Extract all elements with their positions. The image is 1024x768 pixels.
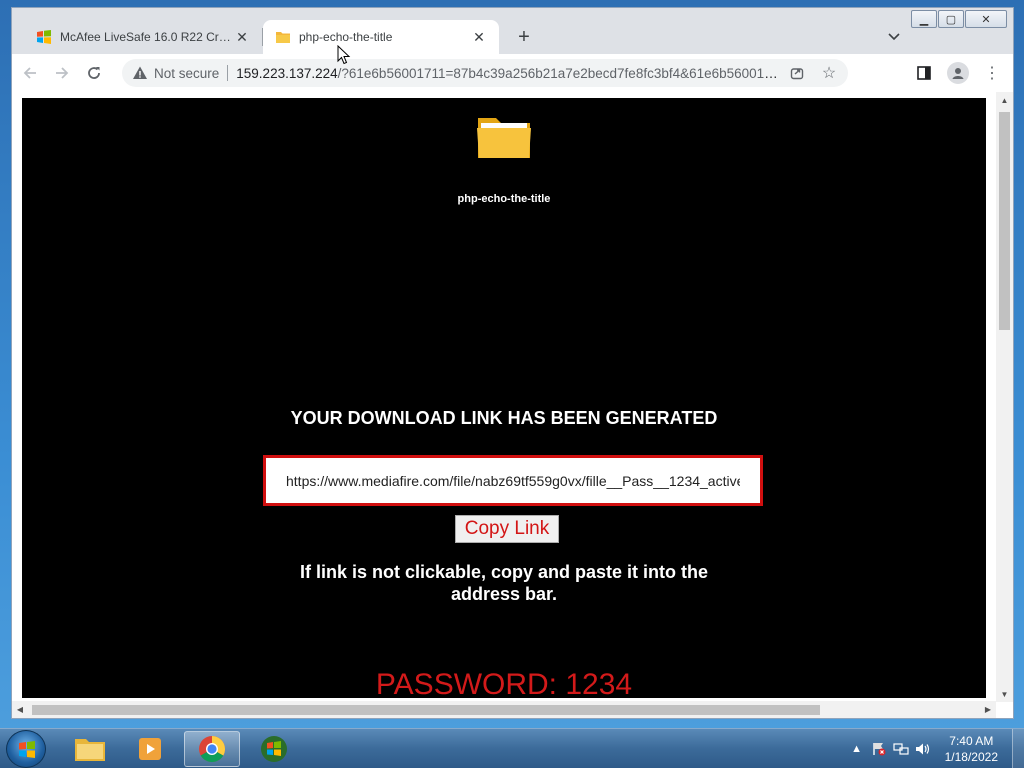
- back-button[interactable]: [16, 59, 44, 87]
- close-window-button[interactable]: ✕: [965, 10, 1007, 28]
- scroll-thumb-horizontal[interactable]: [32, 705, 820, 715]
- windows-flag-icon: [261, 736, 287, 762]
- download-headline: YOUR DOWNLOAD LINK HAS BEEN GENERATED: [290, 408, 718, 428]
- address-divider: [227, 65, 229, 81]
- tab-php-echo[interactable]: php-echo-the-title ✕: [263, 20, 499, 54]
- link-box: [263, 455, 763, 506]
- action-center-icon[interactable]: [871, 741, 887, 757]
- close-icon[interactable]: ✕: [234, 29, 250, 45]
- volume-icon[interactable]: [915, 741, 931, 757]
- tab-title: php-echo-the-title: [299, 30, 393, 44]
- folder-icon: [276, 32, 290, 43]
- toolbar-actions: ⋮: [911, 59, 1005, 87]
- page-viewport: php-echo-the-title YOUR DOWNLOAD LINK HA…: [12, 92, 1013, 718]
- toolbar: Not secure 159.223.137.224/?61e6b5600171…: [12, 54, 1013, 92]
- side-panel-icon[interactable]: [911, 59, 937, 87]
- clock-time: 7:40 AM: [949, 734, 994, 748]
- folder-icon: [477, 118, 531, 158]
- media-player-icon: [139, 738, 161, 760]
- show-desktop-button[interactable]: [1012, 729, 1024, 768]
- page-content: php-echo-the-title YOUR DOWNLOAD LINK HA…: [22, 98, 986, 698]
- folder-icon: [75, 739, 105, 761]
- arrow-right-icon: [56, 67, 69, 79]
- taskbar: ▲ 7:40 AM 1/18/2022: [0, 728, 1024, 768]
- network-icon[interactable]: [893, 741, 909, 757]
- download-link-field[interactable]: [286, 472, 740, 489]
- system-tray: ▲ 7:40 AM 1/18/2022: [849, 729, 1024, 768]
- tab-title: McAfee LiveSafe 16.0 R22 Crack: [60, 30, 234, 44]
- clock[interactable]: 7:40 AM 1/18/2022: [945, 733, 998, 765]
- arrow-left-icon: [23, 67, 36, 79]
- url-text[interactable]: 159.223.137.224/?61e6b56001711=87b4c39a2…: [236, 66, 782, 81]
- start-button[interactable]: [6, 730, 46, 768]
- share-icon[interactable]: [788, 64, 806, 82]
- url-host: 159.223.137.224: [236, 65, 338, 81]
- scroll-down-icon[interactable]: ▼: [996, 686, 1013, 702]
- taskbar-windows-app[interactable]: [246, 731, 302, 767]
- minimize-button[interactable]: ▁: [911, 10, 937, 28]
- forward-button[interactable]: [48, 59, 76, 87]
- reload-button[interactable]: [80, 59, 108, 87]
- clock-date: 1/18/2022: [944, 750, 998, 764]
- password-text: PASSWORD: 1234: [375, 668, 633, 698]
- scroll-up-icon[interactable]: ▲: [996, 92, 1013, 108]
- page-title: php-echo-the-title: [457, 193, 551, 205]
- scroll-thumb[interactable]: [999, 112, 1010, 330]
- windows-logo-icon: [19, 741, 35, 758]
- security-label[interactable]: Not secure: [154, 66, 219, 81]
- window-controls: ▁ ▢ ✕: [911, 10, 1007, 28]
- tab-mcafee[interactable]: McAfee LiveSafe 16.0 R22 Crack ✕: [24, 20, 262, 54]
- browser-window: McAfee LiveSafe 16.0 R22 Crack ✕ php-ech…: [11, 7, 1014, 719]
- hint-text: If link is not clickable, copy and paste…: [299, 562, 709, 604]
- address-bar[interactable]: Not secure 159.223.137.224/?61e6b5600171…: [122, 59, 848, 87]
- new-tab-button[interactable]: +: [512, 25, 536, 49]
- bookmark-star-icon[interactable]: ☆: [820, 64, 838, 82]
- show-hidden-icons-icon[interactable]: ▲: [849, 741, 865, 757]
- windows-flag-icon: [37, 30, 51, 44]
- reload-icon: [88, 67, 100, 79]
- chrome-icon: [199, 736, 226, 763]
- scroll-left-icon[interactable]: ◀: [12, 701, 28, 718]
- avatar: [947, 62, 969, 84]
- horizontal-scrollbar[interactable]: ◀ ▶: [12, 701, 996, 718]
- taskbar-chrome[interactable]: [184, 731, 240, 767]
- url-path: /?61e6b56001711=87b4c39a256b21a7e2becd7f…: [337, 65, 782, 81]
- mouse-cursor-icon: [337, 45, 351, 65]
- close-icon[interactable]: ✕: [471, 29, 487, 45]
- copy-link-button[interactable]: Copy Link: [455, 515, 559, 543]
- profile-button[interactable]: [945, 59, 971, 87]
- more-menu-icon[interactable]: ⋮: [979, 59, 1005, 87]
- taskbar-media-player[interactable]: [122, 731, 178, 767]
- vertical-scrollbar[interactable]: ▲ ▼: [996, 92, 1013, 702]
- tab-strip: McAfee LiveSafe 16.0 R22 Crack ✕ php-ech…: [12, 8, 1013, 54]
- maximize-button[interactable]: ▢: [938, 10, 964, 28]
- taskbar-explorer[interactable]: [62, 731, 118, 767]
- warning-icon: [133, 66, 147, 79]
- chevron-down-icon[interactable]: [884, 28, 904, 46]
- scroll-right-icon[interactable]: ▶: [980, 701, 996, 718]
